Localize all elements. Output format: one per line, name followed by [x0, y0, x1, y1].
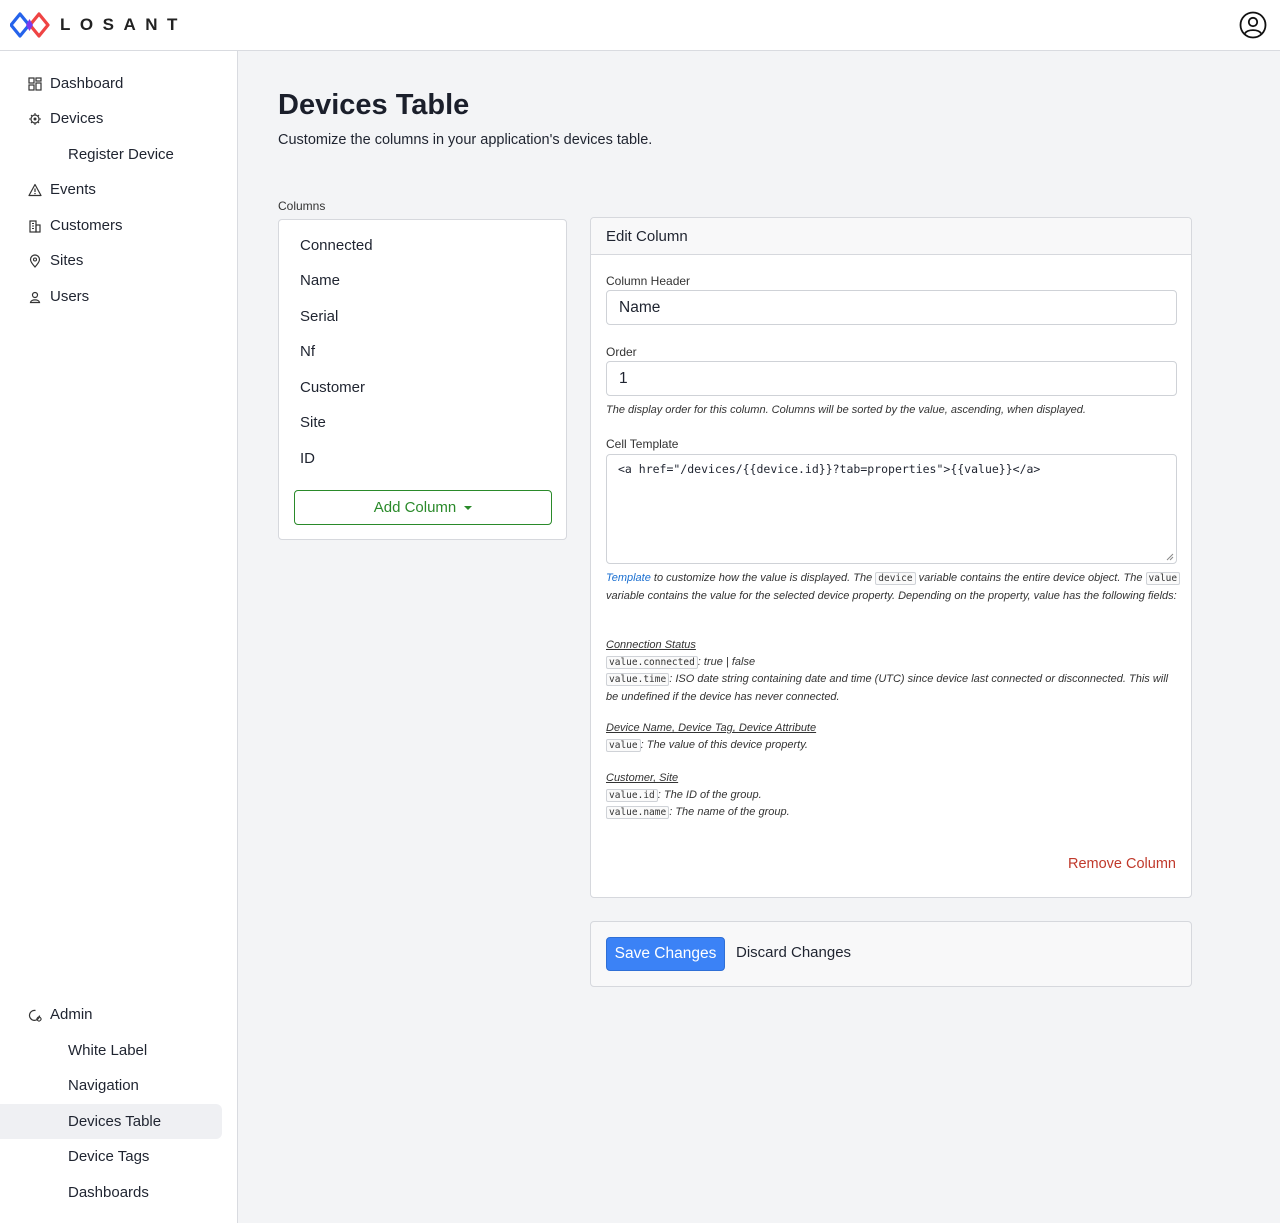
page-subtitle: Customize the columns in your applicatio… — [278, 132, 653, 148]
sidebar-item-label: Devices — [50, 110, 104, 127]
sidebar-item-label: Customers — [50, 217, 123, 234]
map-pin-icon — [29, 253, 41, 268]
sidebar-item-customers[interactable]: Customers — [0, 208, 222, 243]
sidebar-item-register-device[interactable]: Register Device — [0, 137, 222, 172]
remove-column-button[interactable]: Remove Column — [1068, 856, 1176, 872]
help-text: : The ID of the group. — [657, 788, 762, 801]
help-heading: Connection Status — [606, 639, 696, 651]
help-text: : true | false — [697, 655, 756, 668]
caret-down-icon — [464, 505, 473, 510]
sidebar-item-users[interactable]: Users — [0, 279, 222, 314]
help-heading: Device Name, Device Tag, Device Attribut… — [606, 722, 817, 734]
chip-icon — [29, 112, 41, 125]
code-value-name: value.name — [606, 806, 670, 820]
columns-list: Connected Name Serial Nf Customer Site I… — [278, 219, 567, 540]
help-heading: Customer, Site — [606, 772, 679, 784]
sidebar-item-label: Dashboard — [50, 75, 124, 92]
code-value: value — [606, 738, 641, 752]
add-column-button[interactable]: Add Column — [294, 490, 552, 525]
sidebar-item-device-tags[interactable]: Device Tags — [0, 1139, 222, 1174]
sidebar-item-devices-table[interactable]: Devices Table — [0, 1104, 222, 1139]
sidebar-item-label: Events — [50, 181, 96, 198]
sidebar-item-navigation[interactable]: Navigation — [0, 1068, 222, 1103]
sidebar-item-devices[interactable]: Devices — [0, 101, 222, 136]
building-icon — [29, 219, 41, 233]
cell-template-label: Cell Template — [606, 437, 679, 451]
sidebar-item-label: Devices Table — [68, 1113, 162, 1130]
edit-column-panel: Edit Column Column Header Name Order 1 T… — [590, 217, 1192, 898]
user-avatar-icon[interactable] — [1239, 11, 1267, 39]
sidebar-item-admin[interactable]: Admin — [0, 997, 222, 1032]
sidebar-item-label: Dashboards — [68, 1184, 149, 1201]
columns-label: Columns — [278, 199, 326, 213]
sidebar-item-dashboards[interactable]: Dashboards — [0, 1175, 222, 1210]
column-item-customer[interactable]: Customer — [300, 379, 365, 396]
losant-logo[interactable]: LOSANT — [10, 12, 187, 38]
admin-gear-icon — [28, 1009, 42, 1022]
help-text: variable contains the entire device obje… — [915, 572, 1146, 584]
column-item-id[interactable]: ID — [300, 450, 315, 467]
help-text: : The value of this device property. — [640, 738, 808, 751]
column-item-nf[interactable]: Nf — [300, 343, 315, 360]
sidebar-item-white-label[interactable]: White Label — [0, 1033, 222, 1068]
sidebar: Dashboard Devices Register Device Events… — [0, 51, 238, 1223]
customer-site-help: Customer, Site value.id: The ID of the g… — [606, 770, 1181, 822]
sidebar-item-dashboard[interactable]: Dashboard — [0, 66, 222, 101]
brand-name: LOSANT — [60, 15, 187, 34]
column-header-label: Column Header — [606, 274, 691, 288]
sidebar-item-label: Sites — [50, 252, 84, 269]
connection-status-help: Connection Status value.connected: true … — [606, 637, 1181, 705]
device-name-help: Device Name, Device Tag, Device Attribut… — [606, 720, 1181, 754]
column-item-serial[interactable]: Serial — [300, 308, 338, 325]
add-column-label: Add Column — [373, 499, 457, 516]
sidebar-item-label: Navigation — [68, 1077, 139, 1094]
top-bar: LOSANT — [0, 0, 1280, 51]
cell-template-textarea[interactable]: <a href="/devices/{{device.id}}?tab=prop… — [606, 454, 1177, 564]
logo-mark-icon — [10, 12, 50, 38]
order-input[interactable]: 1 — [606, 361, 1177, 396]
template-help-text: Template to customize how the value is d… — [606, 570, 1181, 604]
save-bar: Save Changes Discard Changes — [590, 921, 1192, 987]
page-title: Devices Table — [278, 89, 470, 121]
main-content: Devices Table Customize the columns in y… — [238, 51, 1280, 1223]
column-header-input[interactable]: Name — [606, 290, 1177, 325]
code-value-time: value.time — [606, 673, 670, 687]
discard-changes-button[interactable]: Discard Changes — [736, 944, 851, 961]
code-device: device — [875, 572, 916, 585]
help-text: : ISO date string containing date and ti… — [606, 673, 1169, 703]
help-text: : The name of the group. — [669, 806, 790, 819]
cell-template-value: <a href="/devices/{{device.id}}?tab=prop… — [618, 462, 1041, 476]
sidebar-item-label: White Label — [68, 1042, 148, 1059]
code-value: value — [1145, 572, 1181, 585]
order-help-text: The display order for this column. Colum… — [606, 404, 1086, 416]
sidebar-item-label: Admin — [50, 1006, 93, 1023]
code-value-connected: value.connected — [606, 655, 698, 669]
user-icon — [29, 291, 41, 303]
sidebar-item-sites[interactable]: Sites — [0, 243, 222, 278]
edit-column-title: Edit Column — [591, 218, 1191, 255]
sidebar-item-label: Device Tags — [68, 1148, 150, 1165]
column-item-name[interactable]: Name — [300, 272, 340, 289]
code-value-id: value.id — [606, 788, 658, 802]
sidebar-item-label: Register Device — [68, 146, 174, 163]
save-changes-button[interactable]: Save Changes — [606, 937, 725, 971]
template-doc-link[interactable]: Template — [606, 572, 651, 584]
order-label: Order — [606, 345, 637, 359]
column-item-connected[interactable]: Connected — [300, 237, 373, 254]
column-item-site[interactable]: Site — [300, 414, 326, 431]
sidebar-item-events[interactable]: Events — [0, 172, 222, 207]
sidebar-item-label: Users — [50, 288, 90, 305]
resize-handle-icon[interactable] — [1166, 553, 1174, 561]
warning-icon — [28, 183, 42, 196]
help-text: to customize how the value is displayed.… — [650, 572, 876, 584]
help-text: variable contains the value for the sele… — [606, 589, 1177, 602]
grid-icon — [28, 76, 42, 91]
